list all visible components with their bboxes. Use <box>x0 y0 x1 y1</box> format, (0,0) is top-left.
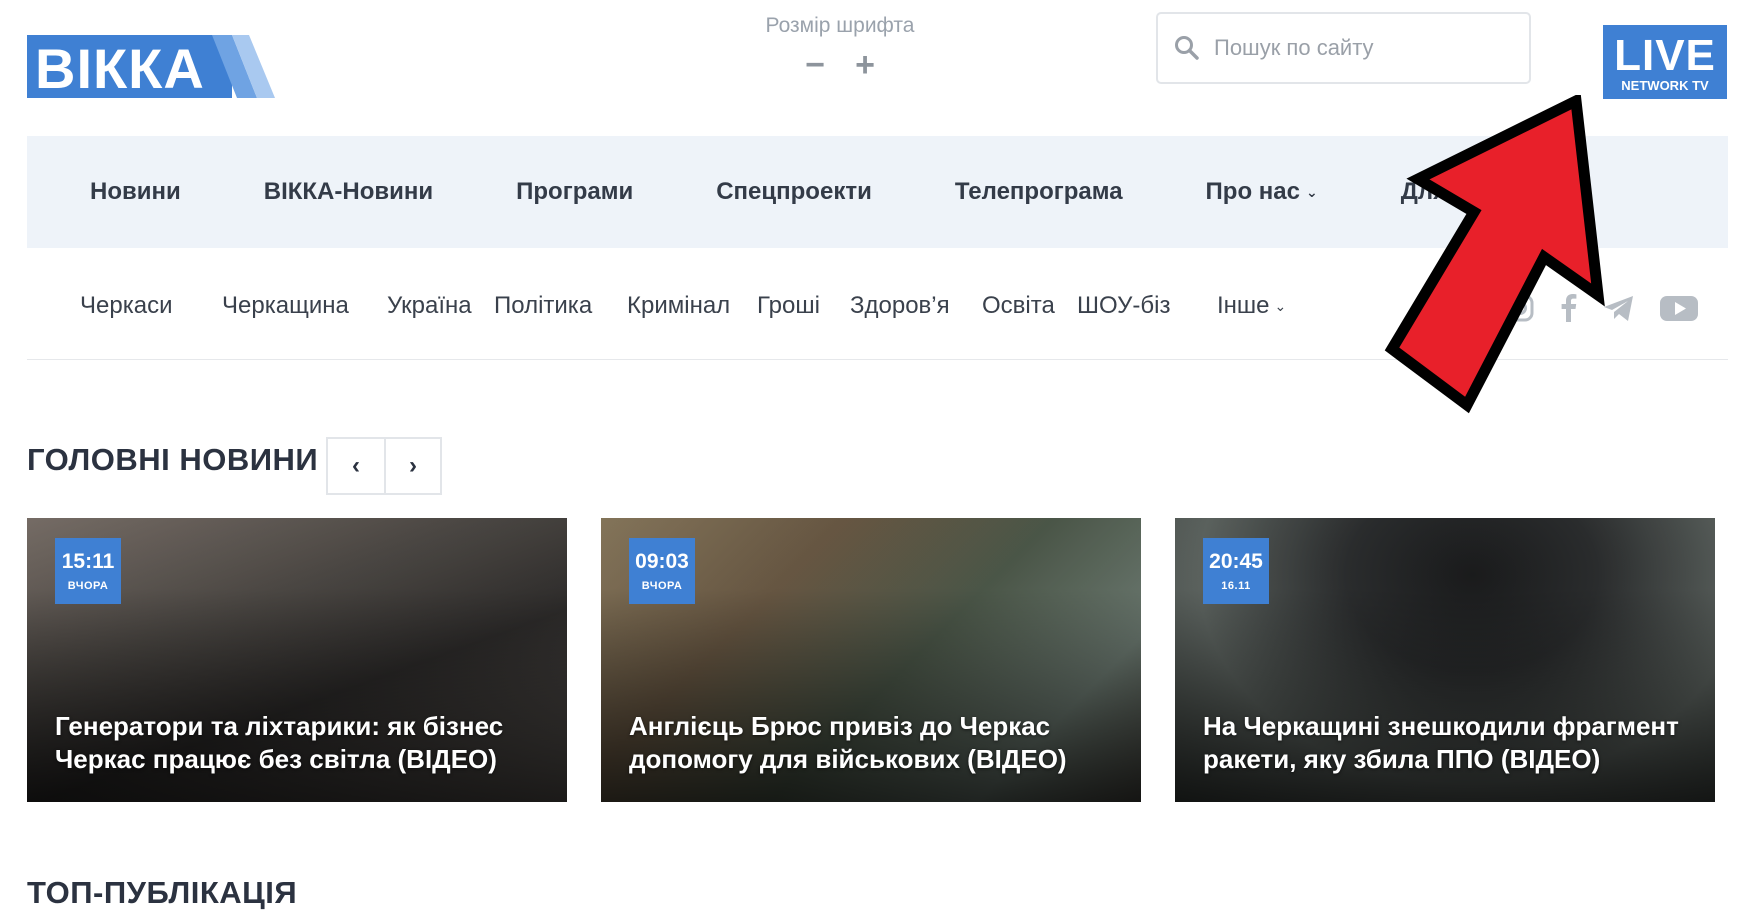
font-increase-button[interactable]: + <box>853 48 877 82</box>
nav-item-news[interactable]: Новини <box>90 178 181 206</box>
nav-item-special-projects[interactable]: Спецпроекти <box>716 178 872 206</box>
nav-item-programs[interactable]: Програми <box>516 178 633 206</box>
main-nav: Новини ВІККА-Новини Програми Спецпроекти… <box>27 136 1728 248</box>
category-money[interactable]: Гроші <box>757 292 820 320</box>
search-box[interactable] <box>1156 12 1531 84</box>
category-crime[interactable]: Кримінал <box>627 292 730 320</box>
main-news-title: ГОЛОВНІ НОВИНИ <box>27 442 319 477</box>
news-card-title[interactable]: Генератори та ліхтарики: як бізнес Черка… <box>55 710 539 776</box>
news-card[interactable]: 15:11 ВЧОРА Генератори та ліхтарики: як … <box>27 518 567 802</box>
category-ukraine[interactable]: Україна <box>387 292 472 320</box>
site-logo[interactable]: ВІККА <box>27 35 275 98</box>
news-card[interactable]: 20:45 16.11 На Черкащині знешкодили фраг… <box>1175 518 1715 802</box>
category-politics[interactable]: Політика <box>494 292 592 320</box>
category-cherkashchyna[interactable]: Черкащина <box>222 292 349 320</box>
category-other[interactable]: Інше ⌄ <box>1217 292 1286 320</box>
badge-time: 15:11 <box>61 550 115 573</box>
badge-time: 09:03 <box>635 550 689 573</box>
category-cherkasy[interactable]: Черкаси <box>80 292 172 320</box>
youtube-icon[interactable] <box>1657 288 1701 328</box>
font-size-control: Розмір шрифта − + <box>740 14 940 82</box>
search-icon <box>1175 36 1199 60</box>
live-tv-button[interactable]: LIVE NETWORK TV <box>1603 25 1727 99</box>
live-label: LIVE <box>1614 31 1716 80</box>
badge-date: ВЧОРА <box>641 580 683 592</box>
chevron-down-icon: ⌄ <box>1274 298 1287 315</box>
news-card[interactable]: 09:03 ВЧОРА Англієць Брюс привіз до Черк… <box>601 518 1141 802</box>
category-health[interactable]: Здоров’я <box>850 292 950 320</box>
badge-time: 20:45 <box>1209 550 1263 573</box>
time-badge: 09:03 ВЧОРА <box>629 538 695 604</box>
facebook-icon[interactable] <box>1549 288 1589 328</box>
font-size-label: Розмір шрифта <box>765 14 915 37</box>
nav-item-about[interactable]: Про нас ⌄ <box>1206 178 1318 206</box>
carousel-controls: ‹ › <box>326 437 442 495</box>
carousel-prev-button[interactable]: ‹ <box>328 439 384 493</box>
logo-text: ВІККА <box>35 37 205 98</box>
nav-item-vikka-news[interactable]: ВІККА-Новини <box>264 178 433 206</box>
time-badge: 15:11 ВЧОРА <box>55 538 121 604</box>
font-decrease-button[interactable]: − <box>803 48 827 82</box>
category-education[interactable]: Освіта <box>982 292 1055 320</box>
category-other-label: Інше <box>1217 292 1270 319</box>
chevron-down-icon: ⌄ <box>1305 184 1318 201</box>
telegram-icon[interactable] <box>1599 288 1639 328</box>
instagram-icon[interactable] <box>1500 288 1540 328</box>
news-card-title[interactable]: На Черкащині знешкодили фрагмент ракети,… <box>1203 710 1687 776</box>
news-card-title[interactable]: Англієць Брюс привіз до Черкас допомогу … <box>629 710 1113 776</box>
category-nav: Черкаси Черкащина Україна Політика Кримі… <box>27 248 1728 360</box>
search-input[interactable] <box>1214 35 1514 61</box>
time-badge: 20:45 16.11 <box>1203 538 1269 604</box>
carousel-next-button[interactable]: › <box>384 439 440 493</box>
nav-item-about-label: Про нас <box>1205 178 1300 205</box>
category-showbiz[interactable]: ШОУ-біз <box>1077 292 1170 320</box>
live-sublabel: NETWORK TV <box>1621 78 1709 93</box>
badge-date: 16.11 <box>1221 580 1251 592</box>
badge-date: ВЧОРА <box>67 580 109 592</box>
nav-item-tv-schedule[interactable]: Телепрограма <box>955 178 1123 206</box>
top-publication-title: ТОП-ПУБЛІКАЦІЯ <box>27 875 298 910</box>
vikka-logo-icon: ВІККА <box>27 35 275 98</box>
nav-item-partners[interactable]: Для партнерів <box>1401 178 1572 206</box>
